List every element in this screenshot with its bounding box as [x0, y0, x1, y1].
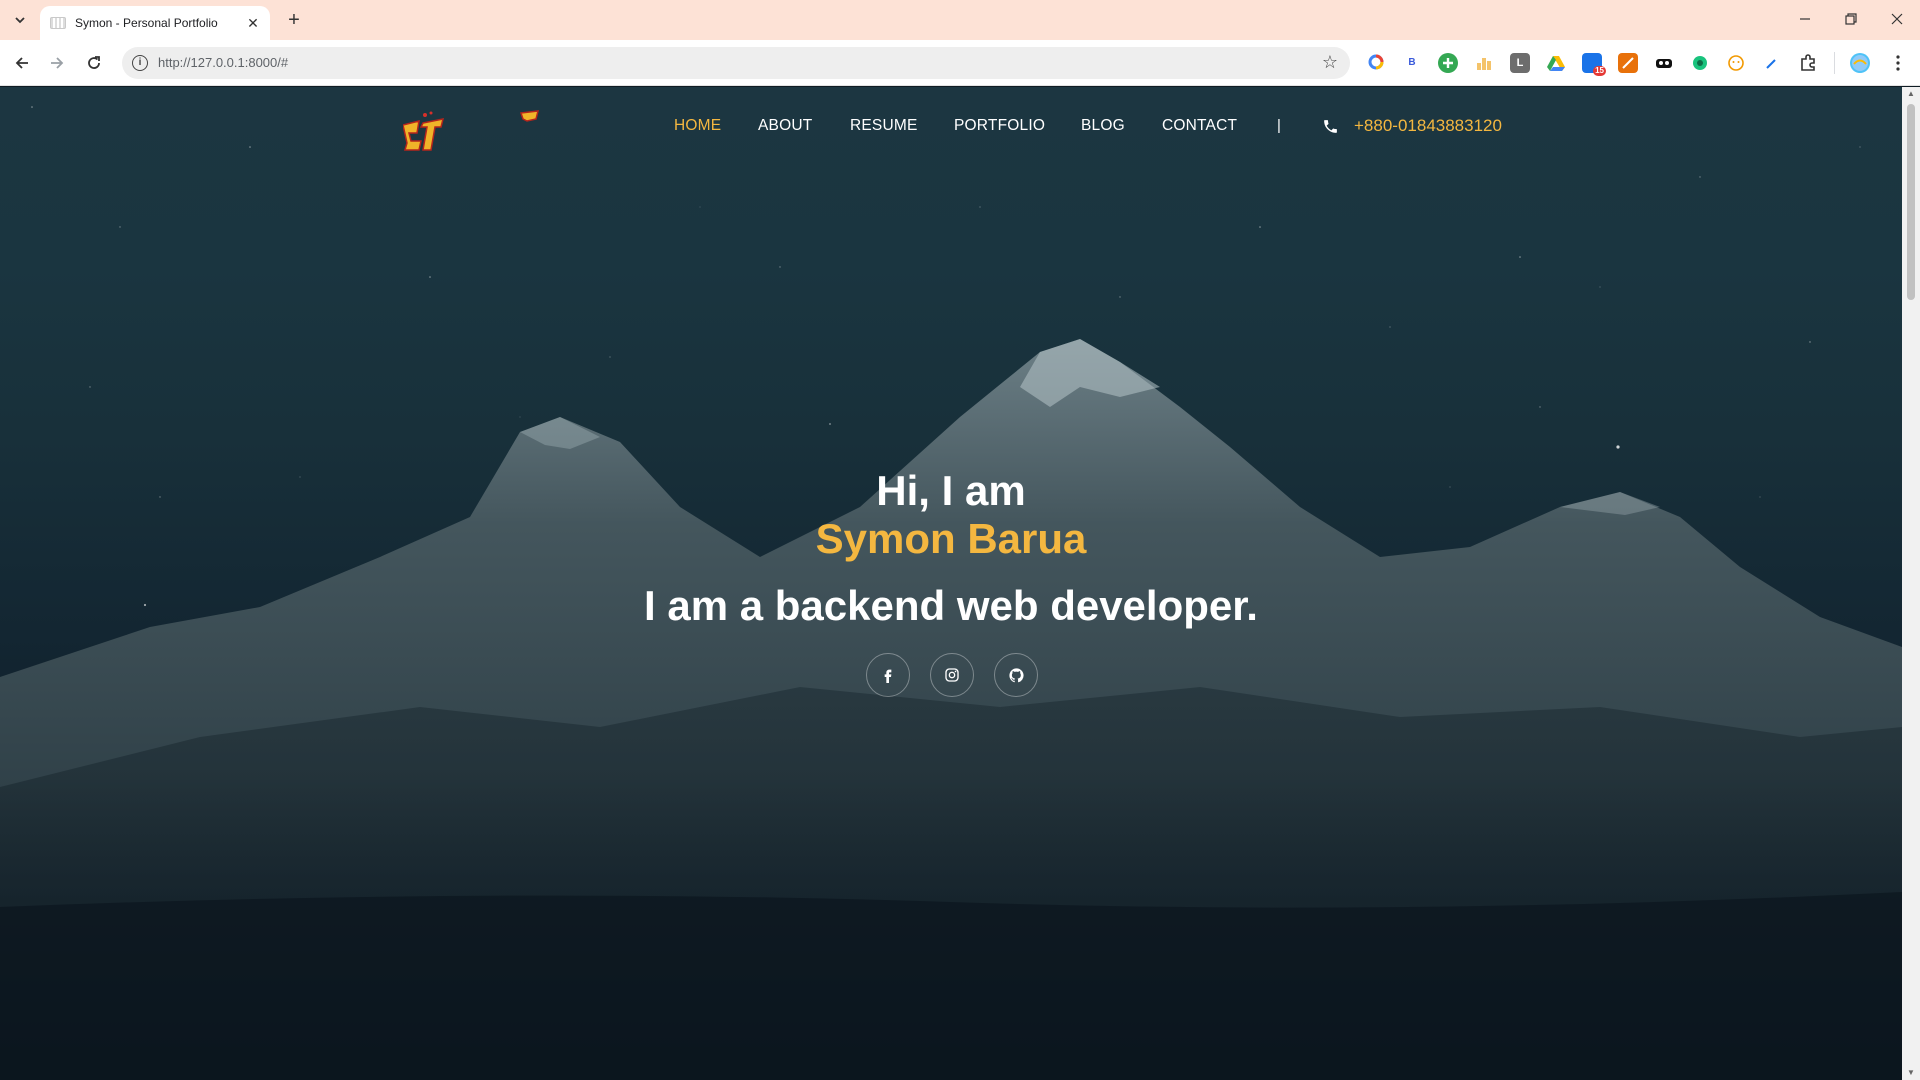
page-favicon-icon — [50, 17, 66, 29]
browser-tab[interactable]: Symon - Personal Portfolio ✕ — [40, 6, 270, 40]
pen-extension-icon[interactable] — [1762, 53, 1782, 73]
phone-icon — [1324, 120, 1337, 133]
browser-toolbar: i http://127.0.0.1:8000/# ☆ B L 15 — [0, 40, 1920, 86]
glasses-extension-icon[interactable] — [1654, 53, 1674, 73]
profile-avatar[interactable] — [1850, 53, 1870, 73]
chatgpt-extension-icon[interactable] — [1690, 53, 1710, 73]
extensions-puzzle-icon[interactable] — [1798, 53, 1818, 73]
scroll-up-icon[interactable]: ▲ — [1906, 89, 1916, 99]
nav-home[interactable]: HOME — [674, 117, 721, 135]
nav-contact[interactable]: CONTACT — [1162, 117, 1237, 135]
close-tab-icon[interactable]: ✕ — [244, 15, 262, 32]
forward-icon[interactable] — [45, 51, 69, 75]
instagram-link[interactable] — [930, 653, 974, 697]
url-text: http://127.0.0.1:8000/# — [158, 55, 289, 70]
phone-number-link[interactable]: +880-01843883120 — [1354, 116, 1502, 136]
orange-extension-icon[interactable] — [1618, 53, 1638, 73]
nav-portfolio[interactable]: PORTFOLIO — [954, 117, 1045, 135]
restore-icon[interactable] — [1836, 8, 1866, 32]
chart-extension-icon[interactable] — [1474, 53, 1494, 73]
b-extension-icon[interactable]: B — [1402, 53, 1422, 73]
site-info-icon[interactable]: i — [132, 55, 148, 71]
minimize-icon[interactable] — [1790, 8, 1820, 32]
page-scrollbar[interactable]: ▲ ▼ — [1902, 87, 1920, 1080]
nav-about[interactable]: ABOUT — [758, 117, 812, 135]
facebook-link[interactable] — [866, 653, 910, 697]
site-logo[interactable] — [403, 107, 553, 152]
scroll-down-icon[interactable]: ▼ — [1906, 1068, 1916, 1078]
bookmark-star-icon[interactable]: ☆ — [1322, 52, 1338, 73]
hero-role: I am a backend web developer. — [644, 582, 1258, 629]
instagram-icon — [945, 668, 959, 682]
calendar-extension-icon[interactable]: 15 — [1582, 53, 1606, 76]
address-bar[interactable]: i http://127.0.0.1:8000/# ☆ — [122, 47, 1350, 79]
plus-extension-icon[interactable] — [1438, 53, 1458, 73]
nav-blog[interactable]: BLOG — [1081, 117, 1125, 135]
browser-tab-bar: Symon - Personal Portfolio ✕ + — [0, 0, 1920, 40]
nav-separator: | — [1277, 117, 1281, 134]
reload-icon[interactable] — [82, 51, 106, 75]
tab-title: Symon - Personal Portfolio — [75, 16, 218, 30]
chrome-color-ext-icon[interactable] — [1366, 53, 1386, 73]
hero-name: Symon Barua — [815, 515, 1087, 562]
nav-resume[interactable]: RESUME — [850, 117, 918, 135]
google-drive-icon[interactable] — [1546, 53, 1566, 73]
l-extension-icon[interactable]: L — [1510, 53, 1530, 73]
page-viewport: HOME ABOUT RESUME PORTFOLIO BLOG CONTACT… — [0, 87, 1902, 1080]
hero-greeting: Hi, I am — [876, 467, 1026, 514]
extension-badge: 15 — [1593, 66, 1606, 76]
toolbar-divider — [1834, 52, 1835, 74]
tab-search-icon[interactable] — [8, 8, 32, 32]
facebook-icon — [884, 669, 892, 683]
browser-menu-icon[interactable] — [1886, 51, 1910, 75]
scroll-thumb[interactable] — [1907, 104, 1915, 300]
face-extension-icon[interactable] — [1726, 53, 1746, 73]
window-close-icon[interactable] — [1882, 8, 1912, 32]
back-icon[interactable] — [10, 51, 34, 75]
github-icon — [1008, 667, 1024, 682]
new-tab-button[interactable]: + — [282, 8, 306, 32]
github-link[interactable] — [994, 653, 1038, 697]
